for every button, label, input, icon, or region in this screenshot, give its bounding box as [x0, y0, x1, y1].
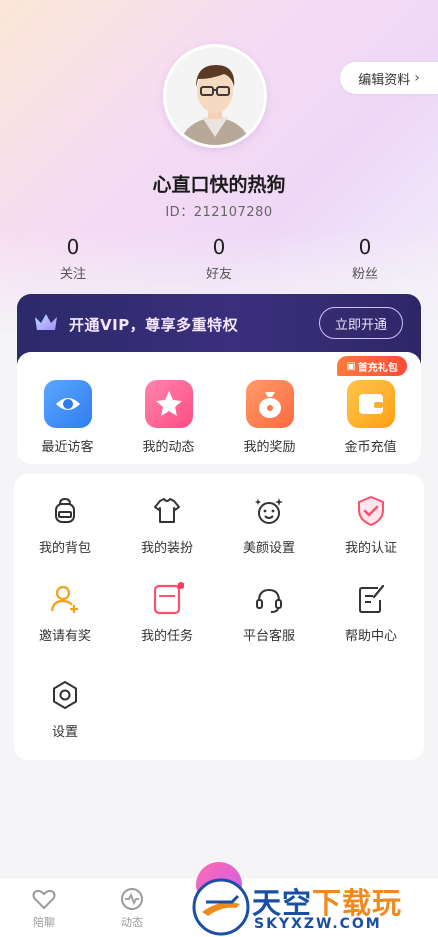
stat-following[interactable]: 0 关注 [0, 233, 146, 282]
gift-icon: ▣ [346, 360, 356, 372]
first-recharge-badge[interactable]: ▣ 首充礼包 [337, 356, 407, 376]
quick-my-moments[interactable]: 我的动态 [118, 352, 219, 464]
tab-moments[interactable]: 动态 [88, 878, 176, 937]
quick-label: 最近访客 [41, 440, 94, 455]
watermark: 天空下载玩 SKYXZW.COM [192, 878, 438, 937]
headset-icon [256, 588, 282, 613]
quick-label: 我的动态 [142, 440, 195, 455]
menu-grid: 我的背包 我的装扮 美颜设置 我的认证 邀请有奖 我的任务 平台客服 帮助中心 … [14, 474, 424, 760]
menu-tasks[interactable]: 我的任务 [116, 582, 218, 644]
tab-chat[interactable]: 陪聊 [0, 878, 88, 937]
stat-label: 关注 [59, 267, 86, 282]
wallet-icon [346, 380, 395, 428]
menu-label: 美颜设置 [242, 541, 295, 556]
invite-user-icon [50, 585, 78, 613]
menu-help-center[interactable]: 帮助中心 [320, 582, 422, 644]
eye-icon [43, 380, 92, 428]
stat-label: 好友 [205, 267, 232, 282]
stat-value: 0 [66, 235, 80, 259]
crown-icon [35, 314, 57, 330]
star-icon [144, 380, 193, 428]
avatar-image [166, 47, 264, 145]
tshirt-icon [154, 498, 180, 523]
shield-check-icon [358, 495, 384, 527]
help-doc-icon [359, 584, 385, 613]
beauty-face-icon [255, 498, 283, 524]
menu-customer-service[interactable]: 平台客服 [218, 582, 320, 644]
stat-value: 0 [212, 235, 226, 259]
menu-settings[interactable]: 设置 [14, 678, 116, 740]
watermark-title-a: 天空 [252, 886, 313, 920]
menu-outfit[interactable]: 我的装扮 [116, 494, 218, 556]
backpack-icon [55, 497, 75, 523]
watermark-logo-icon [192, 878, 250, 936]
menu-label: 帮助中心 [344, 629, 397, 644]
edit-profile-button[interactable]: 编辑资料 › [340, 62, 438, 94]
edit-profile-label: 编辑资料 [358, 72, 411, 88]
menu-beauty-settings[interactable]: 美颜设置 [218, 494, 320, 556]
menu-verification[interactable]: 我的认证 [320, 494, 422, 556]
quick-label: 我的奖励 [243, 440, 296, 455]
stat-friends[interactable]: 0 好友 [146, 233, 292, 282]
chevron-right-icon: › [414, 70, 420, 86]
stats-row: 0 关注 0 好友 0 粉丝 [0, 233, 438, 282]
menu-label: 我的装扮 [140, 541, 193, 556]
quick-my-rewards[interactable]: 我的奖励 [219, 352, 320, 464]
menu-label: 平台客服 [242, 629, 295, 644]
menu-backpack[interactable]: 我的背包 [14, 494, 116, 556]
avatar[interactable] [163, 44, 267, 148]
promo-badge-label: 首充礼包 [357, 362, 398, 374]
quick-recent-visitors[interactable]: 最近访客 [17, 352, 118, 464]
user-id: ID：212107280 [165, 205, 273, 220]
money-bag-icon [245, 380, 294, 428]
gear-icon [53, 681, 77, 709]
vip-open-button[interactable]: 立即开通 [319, 307, 403, 339]
stat-label: 粉丝 [351, 267, 378, 282]
activity-icon [121, 888, 143, 910]
stat-value: 0 [358, 235, 372, 259]
watermark-title-b: 下载玩 [312, 886, 403, 920]
menu-label: 我的认证 [344, 541, 397, 556]
heart-icon [32, 889, 56, 910]
vip-text: 开通VIP，尊享多重特权 [69, 316, 239, 334]
menu-label: 邀请有奖 [38, 629, 91, 644]
nickname: 心直口快的热狗 [152, 174, 286, 196]
menu-label: 我的背包 [38, 541, 91, 556]
task-icon [153, 582, 184, 615]
menu-label: 我的任务 [140, 629, 193, 644]
watermark-subtitle: SKYXZW.COM [254, 916, 382, 932]
stat-fans[interactable]: 0 粉丝 [292, 233, 438, 282]
tab-label: 陪聊 [33, 916, 55, 929]
tab-label: 动态 [121, 916, 143, 929]
menu-invite[interactable]: 邀请有奖 [14, 582, 116, 644]
quick-label: 金币充值 [344, 440, 397, 455]
menu-label: 设置 [51, 725, 78, 740]
